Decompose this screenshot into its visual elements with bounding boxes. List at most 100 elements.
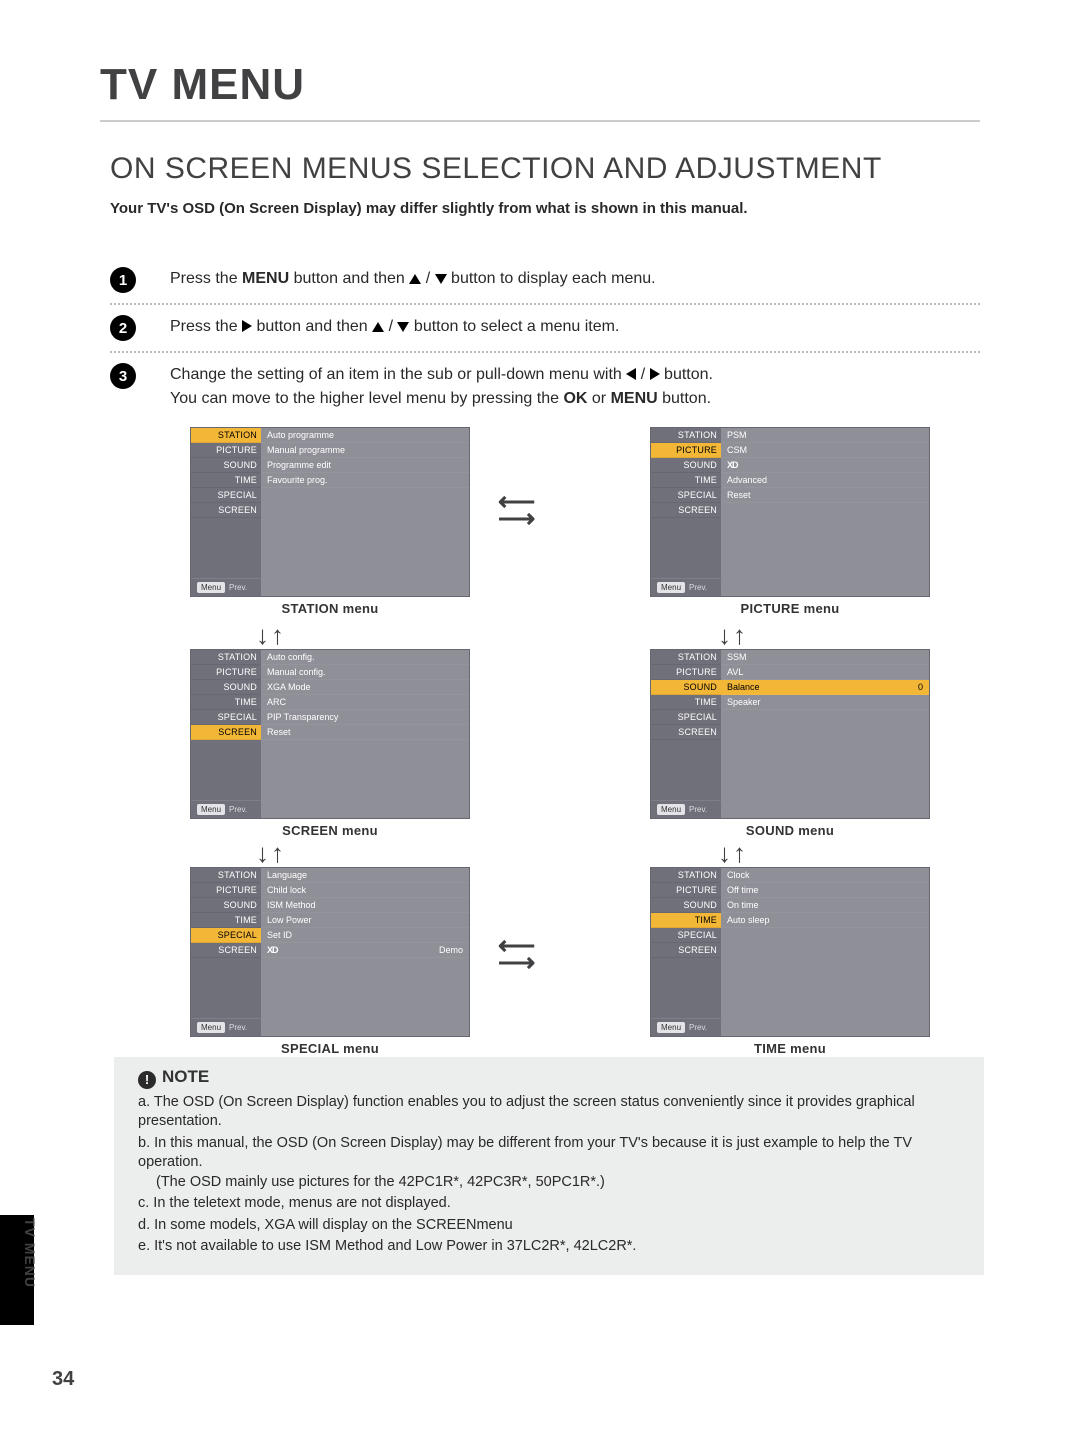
osd-tab-sound[interactable]: SOUND: [651, 680, 721, 695]
osd-item[interactable]: Auto sleep: [721, 913, 929, 928]
osd-tab-screen[interactable]: SCREEN: [651, 503, 721, 518]
osd-time: STATIONPICTURESOUNDTIMESPECIALSCREEN Menu…: [650, 867, 930, 1056]
prev-label: Prev.: [689, 805, 707, 814]
osd-item[interactable]: Programme edit: [261, 458, 469, 473]
menu-pill[interactable]: Menu: [197, 1022, 225, 1033]
osd-item[interactable]: Manual programme: [261, 443, 469, 458]
up-icon: [409, 274, 421, 284]
menu-pill[interactable]: Menu: [657, 1022, 685, 1033]
osd-item[interactable]: Favourite prog.: [261, 473, 469, 488]
osd-item[interactable]: Reset: [721, 488, 929, 503]
osd-tab-picture[interactable]: PICTURE: [651, 443, 721, 458]
step-3-text: Change the setting of an item in the sub…: [170, 363, 713, 411]
step-1: 1 Press the MENU button and then / butto…: [110, 257, 980, 305]
osd-tab-picture[interactable]: PICTURE: [191, 665, 261, 680]
osd-item[interactable]: PIP Transparency: [261, 710, 469, 725]
note-b: b. In this manual, the OSD (On Screen Di…: [138, 1134, 970, 1193]
osd-tab-screen[interactable]: SCREEN: [191, 503, 261, 518]
osd-item[interactable]: Low Power: [261, 913, 469, 928]
menu-pill[interactable]: Menu: [197, 582, 225, 593]
osd-item[interactable]: AVL: [721, 665, 929, 680]
step-bullet-1: 1: [110, 267, 136, 293]
osd-tab-special[interactable]: SPECIAL: [191, 928, 261, 943]
osd-tab-station[interactable]: STATION: [191, 650, 261, 665]
osd-tab-special[interactable]: SPECIAL: [651, 928, 721, 943]
bidir-arrow-icon: ⟵⟶: [498, 493, 535, 527]
osd-caption: STATION menu: [190, 601, 470, 616]
osd-item[interactable]: XGA Mode: [261, 680, 469, 695]
page-number: 34: [52, 1368, 74, 1391]
osd-tab-picture[interactable]: PICTURE: [651, 665, 721, 680]
osd-tab-station[interactable]: STATION: [651, 650, 721, 665]
note-e: e. It's not available to use ISM Method …: [138, 1237, 970, 1257]
osd-item[interactable]: Auto config.: [261, 650, 469, 665]
osd-tab-time[interactable]: TIME: [651, 473, 721, 488]
left-icon: [626, 368, 636, 380]
osd-item[interactable]: Set ID: [261, 928, 469, 943]
steps-list: 1 Press the MENU button and then / butto…: [110, 257, 980, 421]
osd-tab-time[interactable]: TIME: [191, 473, 261, 488]
osd-tab-sound[interactable]: SOUND: [191, 458, 261, 473]
osd-item[interactable]: XD Demo: [261, 943, 469, 958]
prev-label: Prev.: [689, 1023, 707, 1032]
osd-tab-sound[interactable]: SOUND: [191, 680, 261, 695]
note-d: d. In some models, XGA will display on t…: [138, 1216, 970, 1236]
osd-item[interactable]: Advanced: [721, 473, 929, 488]
osd-tab-station[interactable]: STATION: [191, 428, 261, 443]
step-1-text: Press the MENU button and then / button …: [170, 267, 656, 291]
osd-tab-screen[interactable]: SCREEN: [191, 943, 261, 958]
osd-tab-special[interactable]: SPECIAL: [191, 488, 261, 503]
osd-item[interactable]: Balance0: [721, 680, 929, 695]
osd-tab-sound[interactable]: SOUND: [191, 898, 261, 913]
osd-tab-picture[interactable]: PICTURE: [651, 883, 721, 898]
up-icon: [372, 322, 384, 332]
osd-special: STATIONPICTURESOUNDTIMESPECIALSCREEN Menu…: [190, 867, 470, 1056]
osd-tab-station[interactable]: STATION: [651, 868, 721, 883]
osd-tab-station[interactable]: STATION: [191, 868, 261, 883]
osd-tab-picture[interactable]: PICTURE: [191, 883, 261, 898]
osd-item[interactable]: Manual config.: [261, 665, 469, 680]
osd-tab-time[interactable]: TIME: [651, 913, 721, 928]
osd-caption: SCREEN menu: [190, 823, 470, 838]
osd-item[interactable]: ARC: [261, 695, 469, 710]
osd-item[interactable]: Language: [261, 868, 469, 883]
osd-tab-time[interactable]: TIME: [191, 695, 261, 710]
osd-item[interactable]: Child lock: [261, 883, 469, 898]
bidir-arrow-icon: ↓↑: [256, 845, 284, 862]
osd-item[interactable]: Clock: [721, 868, 929, 883]
osd-item[interactable]: ISM Method: [261, 898, 469, 913]
divider: [100, 120, 980, 122]
menu-pill[interactable]: Menu: [657, 582, 685, 593]
osd-tab-sound[interactable]: SOUND: [651, 898, 721, 913]
osd-item[interactable]: Speaker: [721, 695, 929, 710]
osd-tab-special[interactable]: SPECIAL: [191, 710, 261, 725]
osd-item[interactable]: SSM: [721, 650, 929, 665]
menu-pill[interactable]: Menu: [657, 804, 685, 815]
osd-tab-screen[interactable]: SCREEN: [651, 943, 721, 958]
intro-text: Your TV's OSD (On Screen Display) may di…: [110, 200, 980, 217]
osd-item[interactable]: Reset: [261, 725, 469, 740]
osd-tab-special[interactable]: SPECIAL: [651, 488, 721, 503]
osd-item[interactable]: Auto programme: [261, 428, 469, 443]
osd-caption: SOUND menu: [650, 823, 930, 838]
osd-tab-time[interactable]: TIME: [191, 913, 261, 928]
osd-tab-screen[interactable]: SCREEN: [651, 725, 721, 740]
osd-tab-picture[interactable]: PICTURE: [191, 443, 261, 458]
menu-pill[interactable]: Menu: [197, 804, 225, 815]
osd-picture: STATIONPICTURESOUNDTIMESPECIALSCREEN Menu…: [650, 427, 930, 616]
osd-item[interactable]: CSM: [721, 443, 929, 458]
step-3: 3 Change the setting of an item in the s…: [110, 353, 980, 421]
osd-item[interactable]: XD: [721, 458, 929, 473]
osd-item[interactable]: Off time: [721, 883, 929, 898]
osd-tab-screen[interactable]: SCREEN: [191, 725, 261, 740]
osd-sound: STATIONPICTURESOUNDTIMESPECIALSCREEN Menu…: [650, 649, 930, 838]
osd-tab-station[interactable]: STATION: [651, 428, 721, 443]
osd-item[interactable]: On time: [721, 898, 929, 913]
osd-item[interactable]: PSM: [721, 428, 929, 443]
page-title: TV MENU: [100, 60, 980, 110]
osd-tab-special[interactable]: SPECIAL: [651, 710, 721, 725]
osd-tab-time[interactable]: TIME: [651, 695, 721, 710]
osd-caption: SPECIAL menu: [190, 1041, 470, 1056]
osd-tab-sound[interactable]: SOUND: [651, 458, 721, 473]
bidir-arrow-icon: ↓↑: [718, 627, 746, 644]
